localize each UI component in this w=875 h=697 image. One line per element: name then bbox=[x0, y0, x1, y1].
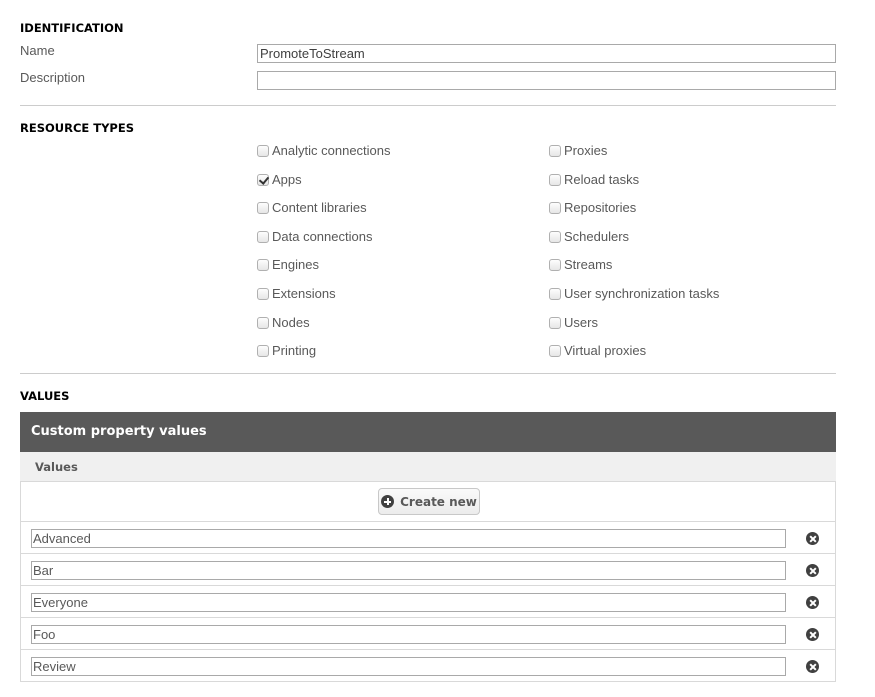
custom-property-values-header: Custom property values bbox=[20, 412, 836, 452]
resource-type-label: Analytic connections bbox=[272, 143, 391, 158]
divider bbox=[20, 373, 836, 374]
checkbox-unchecked-icon[interactable] bbox=[549, 230, 561, 243]
resource-type-label: Streams bbox=[564, 257, 613, 272]
value-input[interactable] bbox=[31, 657, 786, 676]
remove-value-icon[interactable] bbox=[806, 628, 819, 641]
checkbox-unchecked-icon[interactable] bbox=[549, 173, 561, 186]
resource-type-checkbox[interactable]: Virtual proxies bbox=[549, 343, 646, 358]
value-row bbox=[20, 650, 836, 682]
remove-value-icon[interactable] bbox=[806, 564, 819, 577]
description-input[interactable] bbox=[257, 71, 836, 90]
value-row bbox=[20, 618, 836, 650]
value-row bbox=[20, 554, 836, 586]
value-input[interactable] bbox=[31, 625, 786, 644]
values-column-header: Values bbox=[20, 452, 836, 482]
create-new-button[interactable]: Create new bbox=[378, 488, 480, 515]
resource-type-label: Virtual proxies bbox=[564, 343, 647, 358]
checkbox-unchecked-icon[interactable] bbox=[549, 287, 561, 300]
identification-heading: IDENTIFICATION bbox=[20, 21, 124, 35]
checkbox-unchecked-icon[interactable] bbox=[257, 344, 269, 357]
resource-type-label: Proxies bbox=[564, 143, 608, 158]
remove-value-icon[interactable] bbox=[806, 660, 819, 673]
checkbox-unchecked-icon[interactable] bbox=[257, 258, 269, 271]
resource-type-checkbox[interactable]: Apps bbox=[257, 172, 302, 187]
resource-type-label: Printing bbox=[272, 343, 317, 358]
resource-type-checkbox[interactable]: Proxies bbox=[549, 143, 607, 158]
resource-type-checkbox[interactable]: Nodes bbox=[257, 315, 310, 330]
resource-type-label: Schedulers bbox=[564, 229, 630, 244]
values-heading: VALUES bbox=[20, 389, 70, 403]
divider bbox=[20, 105, 836, 106]
value-row bbox=[20, 586, 836, 618]
checkbox-unchecked-icon[interactable] bbox=[257, 316, 269, 329]
checkbox-checked-icon[interactable] bbox=[257, 173, 269, 186]
name-input[interactable] bbox=[257, 44, 836, 63]
create-new-label: Create new bbox=[400, 494, 477, 509]
checkbox-unchecked-icon[interactable] bbox=[549, 316, 561, 329]
value-input[interactable] bbox=[31, 593, 786, 612]
resource-type-checkbox[interactable]: Streams bbox=[549, 257, 612, 272]
resource-type-label: Users bbox=[564, 315, 598, 330]
resource-type-checkbox[interactable]: Schedulers bbox=[549, 229, 629, 244]
checkbox-unchecked-icon[interactable] bbox=[549, 201, 561, 214]
resource-types-heading: RESOURCE TYPES bbox=[20, 121, 135, 135]
resource-type-checkbox[interactable]: Data connections bbox=[257, 229, 372, 244]
checkbox-unchecked-icon[interactable] bbox=[549, 144, 561, 157]
resource-type-label: Repositories bbox=[564, 200, 637, 215]
value-input[interactable] bbox=[31, 561, 786, 580]
plus-circle-icon bbox=[381, 495, 395, 508]
checkbox-unchecked-icon[interactable] bbox=[257, 144, 269, 157]
resource-type-checkbox[interactable]: Reload tasks bbox=[549, 172, 639, 187]
resource-type-label: Reload tasks bbox=[564, 172, 640, 187]
resource-type-checkbox[interactable]: Extensions bbox=[257, 286, 336, 301]
resource-type-checkbox[interactable]: Users bbox=[549, 315, 598, 330]
description-label: Description bbox=[20, 70, 86, 85]
resource-type-checkbox[interactable]: Analytic connections bbox=[257, 143, 391, 158]
create-row: Create new bbox=[20, 482, 836, 522]
remove-value-icon[interactable] bbox=[806, 596, 819, 609]
resource-type-label: Nodes bbox=[272, 315, 310, 330]
resource-type-label: Engines bbox=[272, 257, 319, 272]
resource-type-label: Extensions bbox=[272, 286, 336, 301]
resource-type-checkbox[interactable]: Repositories bbox=[549, 200, 636, 215]
checkbox-unchecked-icon[interactable] bbox=[257, 201, 269, 214]
checkbox-unchecked-icon[interactable] bbox=[257, 287, 269, 300]
remove-value-icon[interactable] bbox=[806, 532, 819, 545]
resource-type-label: Data connections bbox=[272, 229, 373, 244]
resource-type-label: User synchronization tasks bbox=[564, 286, 720, 301]
checkbox-unchecked-icon[interactable] bbox=[257, 230, 269, 243]
resource-type-checkbox[interactable]: User synchronization tasks bbox=[549, 286, 719, 301]
resource-type-label: Content libraries bbox=[272, 200, 367, 215]
resource-type-checkbox[interactable]: Content libraries bbox=[257, 200, 367, 215]
resource-type-label: Apps bbox=[272, 172, 302, 187]
checkbox-unchecked-icon[interactable] bbox=[549, 344, 561, 357]
resource-type-checkbox[interactable]: Printing bbox=[257, 343, 316, 358]
resource-type-checkbox[interactable]: Engines bbox=[257, 257, 319, 272]
checkbox-unchecked-icon[interactable] bbox=[549, 258, 561, 271]
name-label: Name bbox=[20, 43, 55, 58]
value-row bbox=[20, 522, 836, 554]
value-input[interactable] bbox=[31, 529, 786, 548]
